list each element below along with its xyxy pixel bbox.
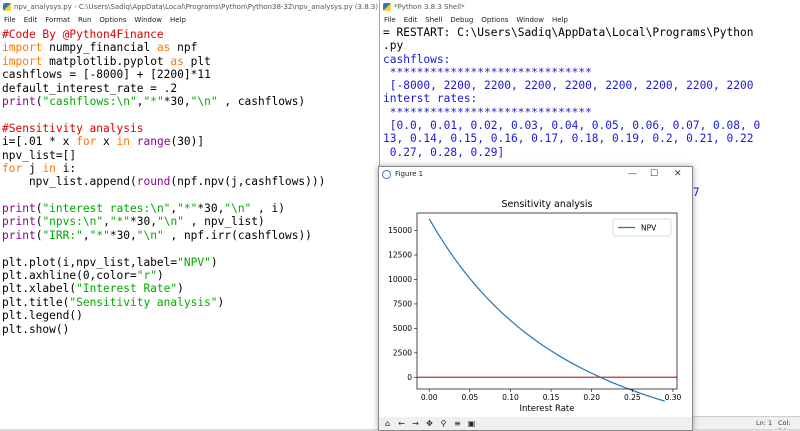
- minimize-button[interactable]: —: [628, 169, 637, 179]
- y-tick-label: 0: [407, 373, 412, 382]
- shell-menu-help[interactable]: Help: [552, 16, 568, 24]
- y-tick-label: 10000: [388, 275, 412, 284]
- figure-toolbar: ⌂ ← → ✥ ⚲ ≡ ▣: [379, 417, 692, 430]
- shell-menu-file[interactable]: File: [384, 16, 396, 24]
- python-icon: [3, 3, 11, 11]
- pan-icon[interactable]: ✥: [424, 419, 435, 429]
- code-line: plt.title("Sensitivity analysis"): [2, 295, 225, 309]
- code-line: npv_list.append(round(npf.npv(j,cashflow…: [2, 175, 326, 189]
- code-line: print("npvs:\n","*"*30,"\n" , npv_list): [2, 215, 265, 229]
- code-line: plt.axhline(0,color="r"): [2, 269, 164, 283]
- figure-titlebar[interactable]: Figure 1: [379, 167, 692, 181]
- code-editor[interactable]: #Code By @Python4Finance import numpy_fin…: [0, 26, 379, 336]
- y-tick-label: 7500: [393, 299, 412, 308]
- shell-line: ******************************: [383, 65, 592, 79]
- editor-window: npv_analysys.py - C:\Users\Sadiq\AppData…: [0, 0, 380, 429]
- shell-menu-edit[interactable]: Edit: [404, 16, 418, 24]
- code-line: plt.show(): [2, 322, 70, 336]
- x-tick-label: 0.15: [543, 393, 560, 402]
- x-tick-label: 0.20: [583, 393, 600, 402]
- editor-menu-edit[interactable]: Edit: [24, 16, 38, 24]
- x-axis-label: Interest Rate: [520, 404, 575, 414]
- figure-title: Figure 1: [395, 170, 424, 178]
- shell-menu-options[interactable]: Options: [481, 16, 508, 24]
- shell-menu-window[interactable]: Window: [516, 16, 544, 24]
- editor-menu-help[interactable]: Help: [170, 16, 186, 24]
- shell-line: ******************************: [383, 105, 592, 119]
- y-tick-label: 15000: [388, 226, 412, 235]
- close-button[interactable]: ✕: [674, 169, 682, 179]
- shell-titlebar[interactable]: *Python 3.8.3 Shell*: [380, 0, 800, 14]
- npv-chart: Sensitivity analysis 0.00 0.05 0.10 0.15 0.20…: [388, 199, 682, 414]
- code-line: print("interest rates:\n","*"*30,"\n" , …: [2, 202, 285, 216]
- editor-menu-window[interactable]: Window: [134, 16, 162, 24]
- code-line: #Sensitivity analysis: [2, 121, 144, 135]
- zoom-icon[interactable]: ⚲: [438, 419, 449, 429]
- forward-icon[interactable]: →: [410, 419, 421, 429]
- save-icon[interactable]: ▣: [466, 419, 477, 429]
- code-line: i=[.01 * x for x in range(30)]: [2, 135, 205, 149]
- y-tick-label: 2500: [393, 348, 412, 357]
- shell-line: .py: [383, 39, 404, 53]
- legend-label: NPV: [641, 224, 657, 233]
- home-icon[interactable]: ⌂: [382, 419, 393, 429]
- maximize-button[interactable]: ☐: [650, 169, 658, 179]
- python-icon: [383, 3, 391, 11]
- code-line: cashflows = [-8000] + [2200]*11: [2, 68, 211, 82]
- x-tick-label: 0.00: [421, 393, 438, 402]
- code-line: #Code By @Python4Finance: [2, 28, 164, 41]
- shell-line: [0.0, 0.01, 0.02, 0.03, 0.04, 0.05, 0.06…: [383, 119, 761, 133]
- editor-menu-file[interactable]: File: [4, 16, 16, 24]
- x-tick-label: 0.30: [665, 393, 682, 402]
- x-tick-label: 0.05: [461, 393, 478, 402]
- status-col: Col: 24: [778, 419, 791, 429]
- code-line: import numpy_financial as npf: [2, 41, 198, 55]
- shell-title: *Python 3.8.3 Shell*: [394, 3, 465, 11]
- code-line: plt.xlabel("Interest Rate"): [2, 282, 184, 296]
- npv-series-line: [428, 218, 665, 402]
- editor-menu-run[interactable]: Run: [78, 16, 91, 24]
- shell-line: 0.27, 0.28, 0.29]: [383, 145, 505, 159]
- code-line: npv_list=[]: [2, 148, 77, 162]
- editor-menubar: File Edit Format Run Options Window Help: [0, 14, 379, 26]
- x-tick-label: 0.10: [502, 393, 519, 402]
- code-line: default_interest_rate = .2: [2, 81, 178, 95]
- editor-title: npv_analysys.py - C:\Users\Sadiq\AppData…: [14, 3, 379, 11]
- status-line: Ln: 1: [756, 419, 773, 427]
- chart-title: Sensitivity analysis: [502, 199, 593, 210]
- shell-line: cashflows:: [383, 52, 451, 66]
- y-tick-label: 12500: [388, 251, 412, 260]
- shell-line: [-8000, 2200, 2200, 2200, 2200, 2200, 22…: [383, 79, 754, 93]
- editor-menu-format[interactable]: Format: [45, 16, 70, 24]
- y-tick-label: 5000: [393, 324, 412, 333]
- code-line: plt.plot(i,npv_list,label="NPV"): [2, 255, 218, 269]
- x-tick-label: 0.25: [624, 393, 641, 402]
- code-line: import matplotlib.pyplot as plt: [2, 54, 211, 68]
- figure-window: Figure 1 — ☐ ✕ Sensitivity analysis 0.00 0…: [378, 166, 693, 431]
- shell-line: 13, 0.14, 0.15, 0.16, 0.17, 0.18, 0.19, …: [383, 132, 754, 146]
- shell-menu-shell[interactable]: Shell: [425, 16, 442, 24]
- back-icon[interactable]: ←: [396, 419, 407, 429]
- shell-line: = RESTART: C:\Users\Sadiq\AppData\Local\…: [383, 26, 754, 39]
- editor-menu-options[interactable]: Options: [99, 16, 126, 24]
- code-line: for j in i:: [2, 161, 77, 175]
- editor-titlebar[interactable]: npv_analysys.py - C:\Users\Sadiq\AppData…: [0, 0, 379, 14]
- figure-icon: [382, 169, 391, 179]
- shell-menubar: File Edit Shell Debug Options Window Hel…: [380, 14, 800, 26]
- shell-line: interst rates:: [383, 92, 478, 106]
- configure-icon[interactable]: ≡: [452, 419, 463, 429]
- shell-menu-debug[interactable]: Debug: [450, 16, 473, 24]
- code-line: plt.legend(): [2, 309, 83, 323]
- code-line: print("IRR:","*"*30,"\n" , npf.irr(cashf…: [2, 228, 312, 242]
- plot-frame: [416, 212, 678, 390]
- code-line: print("cashflows:\n","*"*30,"\n" , cashf…: [2, 94, 306, 108]
